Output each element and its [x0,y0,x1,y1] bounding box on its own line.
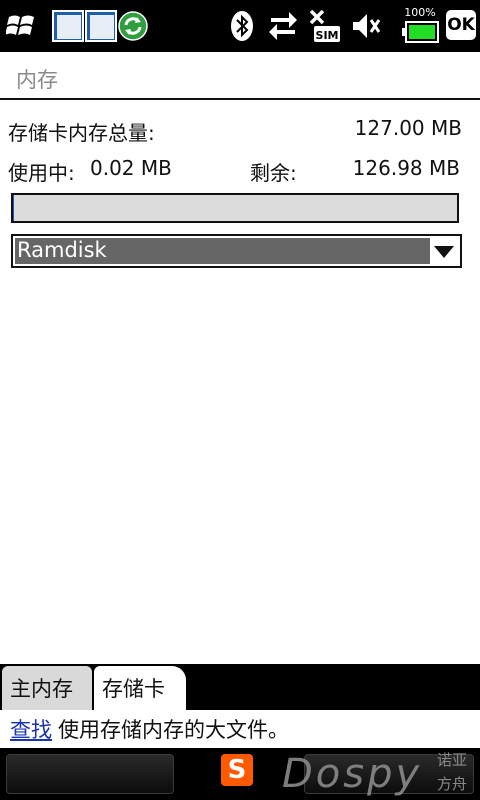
tab-storage-card[interactable]: 存储卡 [94,666,186,710]
data-transfer-icon[interactable] [266,8,300,44]
sim-label: SIM [316,29,339,42]
select-value: Ramdisk [17,238,107,262]
battery-percent: 100% [404,6,436,19]
battery-icon[interactable] [402,20,440,44]
find-link[interactable]: 查找 [10,714,52,744]
used-label: 使用中: [8,161,75,185]
free-value: 126.98 MB [352,156,460,180]
chevron-down-icon[interactable] [434,246,454,258]
page-title: 内存 [16,68,58,92]
tab-label: 存储卡 [102,677,165,701]
header-divider [0,98,480,100]
softkey-bar: S Dospy 诺亚 方舟 [0,748,480,800]
page-header: 内存 [0,52,480,98]
usage-progress-bar [11,193,459,223]
windows-start-icon[interactable] [4,8,40,44]
ime-letter: S [227,755,247,785]
watermark-cn: 诺亚 方舟 [430,748,474,796]
left-softkey[interactable] [6,754,174,794]
total-label: 存储卡内存总量: [8,121,155,145]
total-value: 127.00 MB [354,116,462,140]
status-bar: SIM 100% OK [0,0,480,52]
sync-icon[interactable] [118,8,148,44]
help-text: 使用存储内存的大文件。 [58,718,289,742]
watermark-cn-line1: 诺亚 [436,751,467,769]
no-sim-icon[interactable]: SIM [308,8,342,44]
tab-main-memory[interactable]: 主内存 [2,666,92,710]
storage-select[interactable]: Ramdisk [11,234,462,268]
tab-bar: 主内存 存储卡 [0,664,480,710]
used-value: 0.02 MB [90,156,172,180]
volume-muted-icon[interactable] [350,8,382,44]
watermark-cn-line2: 方舟 [436,775,467,793]
ime-icon[interactable]: S [221,754,253,786]
free-label: 剩余: [250,161,297,185]
watermark: Dospy [282,751,423,797]
help-line: 查找 使用存储内存的大文件。 [0,710,480,748]
ok-label: OK [447,15,475,35]
ok-button[interactable]: OK [446,10,476,40]
tab-label: 主内存 [10,677,73,701]
taskbar-window-icon[interactable] [52,8,118,44]
bluetooth-icon[interactable] [228,8,256,44]
